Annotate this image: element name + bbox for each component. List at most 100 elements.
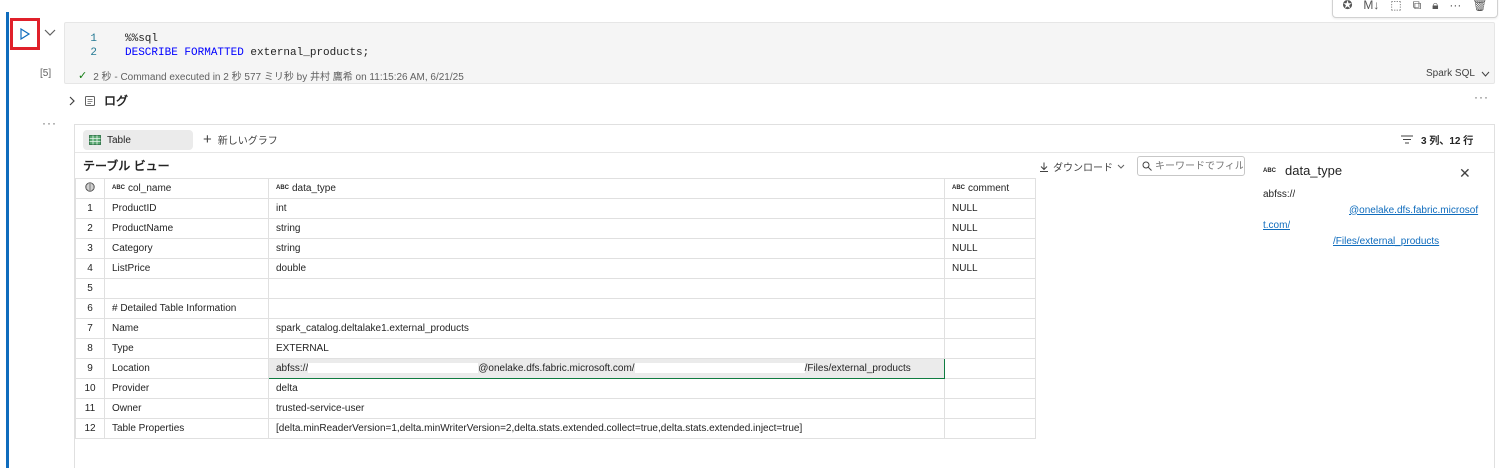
cell-data-type[interactable]: double xyxy=(268,258,945,279)
redacted-text xyxy=(1295,189,1416,200)
cell-data-type[interactable]: string xyxy=(268,238,945,259)
cell-comment[interactable]: NULL xyxy=(944,258,1036,279)
detail-value: abfss:// @onelake.dfs.fabric.microsoft.c… xyxy=(1263,187,1479,249)
cell-comment[interactable] xyxy=(944,298,1036,319)
redacted-text xyxy=(308,363,479,374)
detail-value-link[interactable]: /Files/external_products xyxy=(1333,236,1439,247)
cell-comment[interactable] xyxy=(944,358,1036,379)
search-icon xyxy=(1142,161,1152,171)
table-row: 7 Name spark_catalog.deltalake1.external_p… xyxy=(75,318,1036,339)
keyword-filter[interactable] xyxy=(1137,156,1245,176)
cell-comment[interactable] xyxy=(944,418,1036,439)
cell-col-name[interactable]: ListPrice xyxy=(104,258,269,279)
play-icon xyxy=(20,28,31,40)
column-header-label: col_name xyxy=(128,183,172,194)
table-row: 8 Type EXTERNAL xyxy=(75,338,1036,359)
column-header-data-type[interactable]: ABC data_type xyxy=(268,178,945,199)
string-type-icon: ABC xyxy=(1263,167,1276,174)
language-select[interactable]: Spark SQL xyxy=(1426,68,1490,79)
cell-detail-panel: ABC data_type ✕ abfss:// @onelake.dfs.fa… xyxy=(1263,155,1495,355)
row-number: 3 xyxy=(75,238,105,259)
results-table: ABC col_name ABC data_type ABC comment 1 Pro… xyxy=(75,178,1036,439)
table-row: 12 Table Properties [delta.minReaderVersio… xyxy=(75,418,1036,439)
chevron-down-icon[interactable] xyxy=(44,28,56,38)
tab-table-label: Table xyxy=(107,134,131,146)
column-header-col-name[interactable]: ABC col_name xyxy=(104,178,269,199)
log-section-toggle[interactable]: ログ xyxy=(68,92,128,109)
chevron-right-icon xyxy=(69,96,75,105)
chevron-down-icon xyxy=(1117,164,1125,169)
detail-title: ABC data_type xyxy=(1263,163,1342,178)
column-header-comment[interactable]: ABC comment xyxy=(944,178,1036,199)
cell-col-name[interactable]: ProductID xyxy=(104,198,269,219)
cell-col-name[interactable]: ProductName xyxy=(104,218,269,239)
line-number: 1 xyxy=(90,33,97,45)
row-number: 8 xyxy=(75,338,105,359)
delete-icon[interactable]: 🗑︎ xyxy=(1472,0,1487,12)
more-icon[interactable]: ··· xyxy=(1449,0,1461,12)
chevron-down-icon xyxy=(1481,71,1490,77)
copy-icon[interactable]: ⧉ xyxy=(1413,0,1422,13)
cell-data-type[interactable]: string xyxy=(268,218,945,239)
cell-col-name[interactable]: # Detailed Table Information xyxy=(104,298,269,319)
row-number: 2 xyxy=(75,218,105,239)
new-chart-label: 新しいグラフ xyxy=(217,136,278,147)
status-text: 2 秒 - Command executed in 2 秒 577 ミリ秒 by… xyxy=(93,72,464,83)
cell-comment[interactable]: NULL xyxy=(944,198,1036,219)
cell-data-type[interactable]: spark_catalog.deltalake1.external_produc… xyxy=(268,318,945,339)
new-chart-button[interactable]: + 新しいグラフ xyxy=(203,131,278,148)
select-icon[interactable]: ⬚ xyxy=(1390,0,1401,12)
cell-data-type[interactable]: EXTERNAL xyxy=(268,338,945,359)
cell-comment[interactable]: NULL xyxy=(944,238,1036,259)
cell-comment[interactable] xyxy=(944,278,1036,299)
code-line-1: %%sql xyxy=(125,33,159,45)
search-input[interactable] xyxy=(1155,160,1243,172)
close-icon[interactable]: ✕ xyxy=(1459,165,1471,182)
table-row: 1 ProductID int NULL xyxy=(75,198,1036,219)
download-button[interactable]: ダウンロード xyxy=(1039,159,1125,174)
output-panel: Table + 新しいグラフ 3 列、12 行 テーブル ビュー ダウンロード xyxy=(74,124,1495,468)
cell-toolbar: ✪ M↓ ⬚ ⧉ 🔒︎ ··· 🗑︎ xyxy=(1332,0,1498,18)
execution-count: [5] xyxy=(40,68,52,79)
cell-col-name[interactable]: Provider xyxy=(104,378,269,399)
cell-col-name[interactable] xyxy=(104,278,269,299)
more-icon[interactable]: ··· xyxy=(42,116,57,130)
cell-comment[interactable] xyxy=(944,318,1036,339)
row-column-count[interactable]: 3 列、12 行 xyxy=(1401,132,1473,147)
cell-focus-bar xyxy=(6,12,9,468)
more-icon[interactable]: ··· xyxy=(1474,90,1489,104)
location-suffix: /Files/external_products xyxy=(804,363,911,374)
markdown-icon[interactable]: M↓ xyxy=(1363,0,1379,12)
cell-data-type[interactable]: [delta.minReaderVersion=1,delta.minWrite… xyxy=(268,418,945,439)
cell-data-type[interactable]: trusted-service-user xyxy=(268,398,945,419)
redacted-text xyxy=(1263,235,1333,246)
cell-col-name[interactable]: Category xyxy=(104,238,269,259)
cell-col-name[interactable]: Type xyxy=(104,338,269,359)
cell-comment[interactable]: NULL xyxy=(944,218,1036,239)
code-line-2: DESCRIBE FORMATTED external_products; xyxy=(125,47,369,59)
run-cell-button[interactable] xyxy=(10,18,40,50)
cell-data-type[interactable]: delta xyxy=(268,378,945,399)
table-row: 2 ProductName string NULL xyxy=(75,218,1036,239)
cell-comment[interactable] xyxy=(944,338,1036,359)
redacted-text xyxy=(634,363,805,374)
row-number: 12 xyxy=(75,418,105,439)
sql-rest: external_products; xyxy=(243,47,370,59)
copilot-icon[interactable]: ✪ xyxy=(1342,0,1352,12)
row-index-header[interactable] xyxy=(75,178,105,199)
lock-icon[interactable]: 🔒︎ xyxy=(1432,0,1438,13)
tab-table[interactable]: Table xyxy=(83,130,193,150)
cell-col-name[interactable]: Name xyxy=(104,318,269,339)
cell-data-type[interactable] xyxy=(268,298,945,319)
cell-col-name[interactable]: Location xyxy=(104,358,269,379)
cell-col-name[interactable]: Owner xyxy=(104,398,269,419)
cell-data-type-selected[interactable]: abfss:// @onelake.dfs.fabric.microsoft.co… xyxy=(268,358,945,379)
checkmark-icon: ✓ xyxy=(78,70,88,82)
cell-data-type[interactable] xyxy=(268,278,945,299)
cell-comment[interactable] xyxy=(944,378,1036,399)
download-icon xyxy=(1040,162,1048,172)
redacted-text xyxy=(1290,220,1411,231)
cell-col-name[interactable]: Table Properties xyxy=(104,418,269,439)
cell-data-type[interactable]: int xyxy=(268,198,945,219)
cell-comment[interactable] xyxy=(944,398,1036,419)
